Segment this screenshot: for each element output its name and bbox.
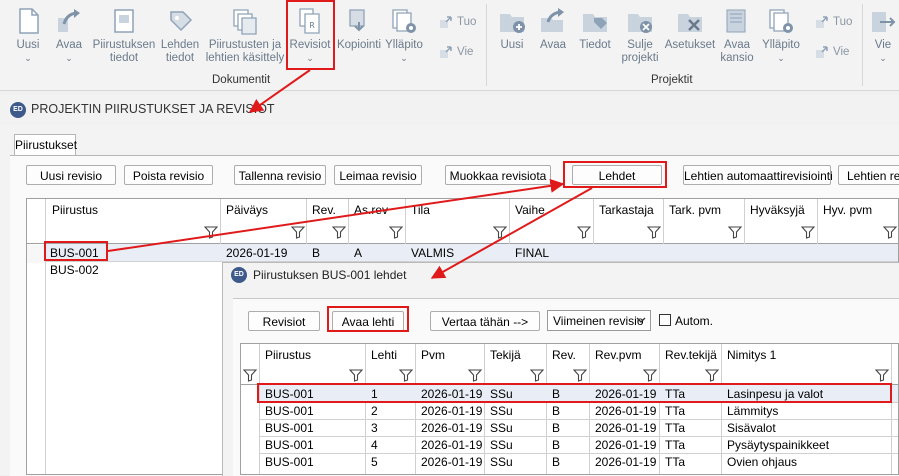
arrow-lehdet [107,178,565,252]
arrow-revisiot [248,69,311,113]
arrow-subwindow [430,187,593,279]
annotation-arrows [107,69,593,279]
